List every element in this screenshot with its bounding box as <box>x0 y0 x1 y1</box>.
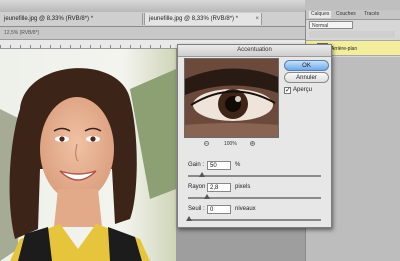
radius-unit: pixels <box>235 184 251 190</box>
zoom-info: 12,5% (RVB/8*) <box>4 30 40 36</box>
preview-checkbox-label: Aperçu <box>293 87 313 93</box>
threshold-unit: niveaux <box>235 206 256 212</box>
blend-mode-select[interactable]: Normal <box>309 21 353 29</box>
portrait-image <box>0 49 176 261</box>
zoom-level: 100% <box>224 141 237 147</box>
unsharp-mask-dialog: Accentuation − 100% + OK Annuler ✓ Aperç… <box>177 44 332 228</box>
gain-label: Gain : <box>188 162 205 168</box>
tab-channels[interactable]: Couches <box>336 11 356 18</box>
preview-window[interactable] <box>184 58 279 138</box>
tab-document-2[interactable]: jeunefille.jpg @ 8,33% (RVB/8*) * × <box>144 13 262 25</box>
threshold-input[interactable]: 0 <box>207 205 231 214</box>
gain-input[interactable]: 50 <box>207 161 231 170</box>
tab-layers[interactable]: Calques <box>309 11 332 18</box>
radius-slider[interactable] <box>188 194 321 199</box>
preview-zoom-controls: − 100% + <box>184 140 279 148</box>
close-icon[interactable]: × <box>255 13 259 25</box>
layer-name: Arrière-plan <box>331 46 358 52</box>
gain-slider[interactable] <box>188 172 321 177</box>
eye-closeup-image <box>185 59 278 137</box>
zoom-in-button[interactable]: + <box>250 141 255 147</box>
secondary-tab-bar: 12,5% (RVB/8*) <box>0 27 305 40</box>
tab-paths[interactable]: Tracés <box>364 11 379 18</box>
panel-tab-bar: Calques Couches Tracés <box>306 10 400 20</box>
threshold-slider-thumb[interactable] <box>186 216 192 221</box>
ok-button[interactable]: OK <box>284 60 329 71</box>
gain-unit: % <box>235 162 241 168</box>
radius-slider-thumb[interactable] <box>204 194 211 199</box>
preview-checkbox[interactable]: ✓ <box>284 87 291 94</box>
tab-document-1[interactable]: jeunefille.jpg @ 8,33% (RVB/8*) * <box>0 13 143 25</box>
threshold-label: Seuil : <box>188 206 205 212</box>
lock-row <box>309 31 395 38</box>
tab-label: jeunefille.jpg @ 8,33% (RVB/8*) * <box>4 16 94 22</box>
radius-input[interactable]: 2,8 <box>207 183 231 192</box>
radius-label: Rayon : <box>188 184 209 190</box>
zoom-out-button[interactable]: − <box>204 141 209 147</box>
tab-label: jeunefille.jpg @ 8,33% (RVB/8*) * <box>149 16 239 22</box>
threshold-slider[interactable] <box>186 216 321 221</box>
document-canvas[interactable] <box>0 49 176 261</box>
cancel-button[interactable]: Annuler <box>284 72 329 83</box>
gain-slider-thumb[interactable] <box>199 172 206 177</box>
dialog-title: Accentuation <box>178 45 331 57</box>
document-tab-bar: jeunefille.jpg @ 8,33% (RVB/8*) * jeunef… <box>0 12 305 27</box>
